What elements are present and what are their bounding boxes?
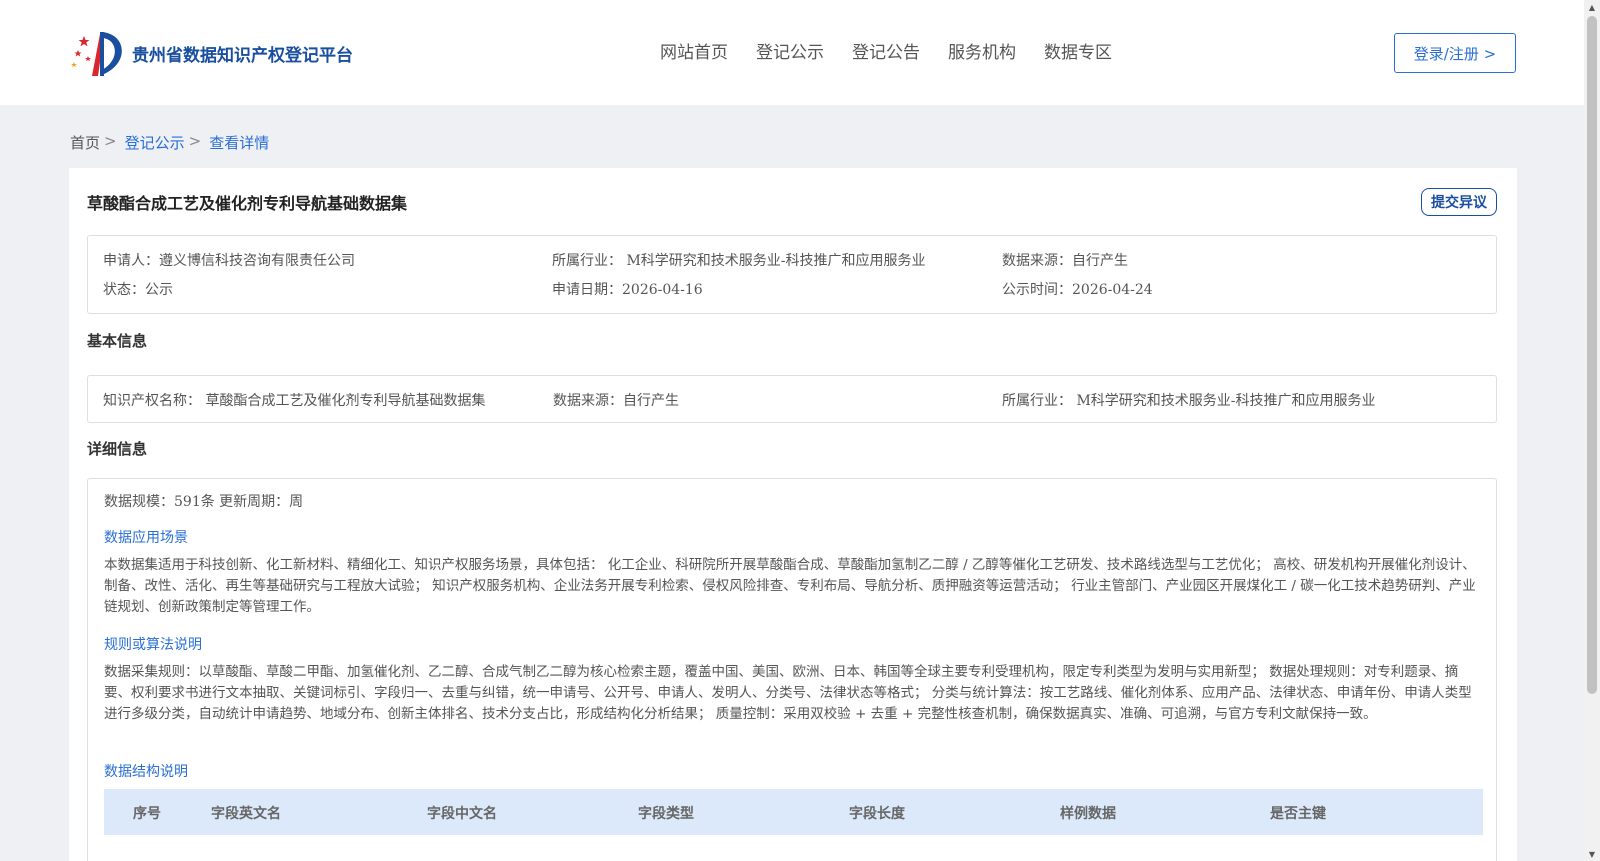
logo-icon — [71, 32, 122, 76]
breadcrumb-current[interactable]: 查看详情 — [209, 132, 269, 153]
data-source-field: 数据来源：自行产生 — [1002, 253, 1128, 269]
col-index: 序号 — [133, 806, 161, 822]
ip-name-field: 知识产权名称： 草酸酯合成工艺及催化剂专利导航基础数据集 — [103, 393, 486, 409]
submit-objection-button[interactable]: 提交异议 — [1421, 188, 1497, 216]
publish-date-field: 公示时间：2026-04-24 — [1002, 282, 1153, 298]
apply-date-field: 申请日期：2026-04-16 — [552, 282, 703, 298]
status-field: 状态：公示 — [103, 282, 173, 298]
applicant-field: 申请人：遵义博信科技咨询有限责任公司 — [103, 253, 355, 269]
col-field-type: 字段类型 — [638, 806, 694, 822]
basic-industry-field: 所属行业： M科学研究和技术服务业-科技推广和应用服务业 — [1002, 393, 1376, 409]
breadcrumb-registration-notice[interactable]: 登记公示 — [125, 132, 185, 153]
scenario-text: 本数据集适用于科技创新、化工新材料、精细化工、知识产权服务场景，具体包括： 化工… — [104, 557, 1476, 615]
scroll-up-arrow-icon[interactable]: ▲ — [1584, 0, 1600, 14]
col-sample: 样例数据 — [1060, 806, 1116, 822]
scroll-down-arrow-icon[interactable]: ▼ — [1584, 847, 1600, 861]
top-header: 贵州省数据知识产权登记平台 网站首页 登记公示 登记公告 服务机构 数据专区 登… — [0, 0, 1584, 105]
col-field-length: 字段长度 — [849, 806, 905, 822]
nav-data-zone[interactable]: 数据专区 — [1044, 38, 1112, 63]
breadcrumb: 首页 > 登记公示 > 查看详情 — [70, 132, 269, 153]
basic-data-source-field: 数据来源：自行产生 — [553, 393, 679, 409]
structure-heading: 数据结构说明 — [104, 764, 188, 780]
rules-text: 数据采集规则：以草酸酯、草酸二甲酯、加氢催化剂、乙二醇、合成气制乙二醇为核心检索… — [104, 664, 1472, 722]
scroll-thumb[interactable] — [1587, 16, 1597, 694]
col-field-en: 字段英文名 — [211, 806, 281, 822]
breadcrumb-home[interactable]: 首页 — [70, 132, 100, 153]
industry-field: 所属行业： M科学研究和技术服务业-科技推广和应用服务业 — [552, 253, 926, 269]
detail-info-heading: 详细信息 — [87, 440, 148, 458]
site-title: 贵州省数据知识产权登记平台 — [132, 45, 353, 66]
site-logo[interactable]: 贵州省数据知识产权登记平台 — [70, 28, 353, 78]
summary-box: 申请人：遵义博信科技咨询有限责任公司 所属行业： M科学研究和技术服务业-科技推… — [87, 235, 1497, 314]
page-title: 草酸酯合成工艺及催化剂专利导航基础数据集 — [87, 194, 408, 213]
breadcrumb-separator: > — [104, 132, 117, 150]
basic-info-box: 知识产权名称： 草酸酯合成工艺及催化剂专利导航基础数据集 数据来源：自行产生 所… — [87, 375, 1497, 423]
rules-heading: 规则或算法说明 — [104, 637, 202, 653]
nav-registration-announcement[interactable]: 登记公告 — [852, 38, 920, 63]
breadcrumb-separator: > — [188, 132, 202, 150]
nav-home[interactable]: 网站首页 — [660, 38, 728, 63]
nav-registration-notice[interactable]: 登记公示 — [756, 38, 824, 63]
main-nav: 网站首页 登记公示 登记公告 服务机构 数据专区 — [660, 38, 1140, 63]
col-primary-key: 是否主键 — [1270, 806, 1326, 822]
detail-info-box: 数据规模：591条 更新周期：周 数据应用场景 本数据集适用于科技创新、化工新材… — [87, 478, 1497, 861]
data-scale-line: 数据规模：591条 更新周期：周 — [104, 494, 304, 510]
scenario-heading: 数据应用场景 — [104, 530, 188, 546]
structure-table-header: 序号 字段英文名 字段中文名 字段类型 字段长度 样例数据 是否主键 — [104, 789, 1483, 835]
basic-info-heading: 基本信息 — [87, 332, 148, 350]
login-register-button[interactable]: 登录/注册 > — [1394, 33, 1516, 73]
col-field-cn: 字段中文名 — [427, 806, 497, 822]
detail-card: 草酸酯合成工艺及催化剂专利导航基础数据集 提交异议 申请人：遵义博信科技咨询有限… — [69, 168, 1517, 861]
nav-service-agencies[interactable]: 服务机构 — [948, 38, 1016, 63]
page-scrollbar[interactable]: ▲ ▼ — [1584, 0, 1600, 861]
